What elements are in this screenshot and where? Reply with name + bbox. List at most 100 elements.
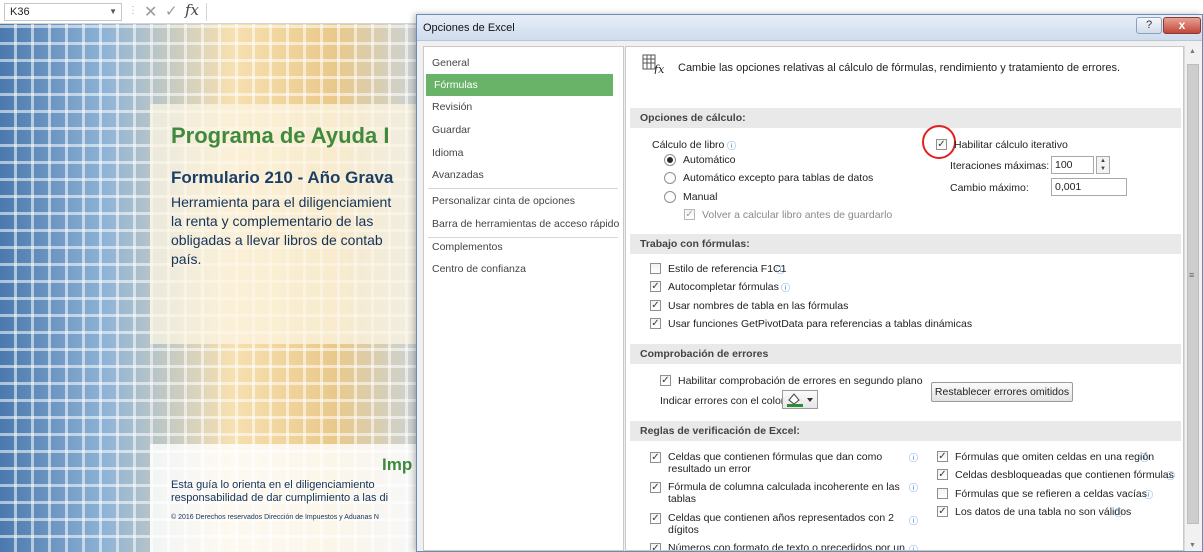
worksheet-title: Programa de Ayuda I — [171, 123, 390, 148]
getpivotdata-label[interactable]: Usar funciones GetPivotData para referen… — [668, 318, 972, 330]
rule-label-cont[interactable]: dígitos — [668, 524, 699, 536]
help-button[interactable]: ? — [1136, 17, 1162, 34]
checkbox-rule-column-formula[interactable]: ✓ — [650, 482, 661, 493]
enter-check-icon[interactable]: ✓ — [165, 2, 178, 20]
nav-item-avanzadas[interactable]: Avanzadas — [424, 164, 623, 186]
radio-automatico-excepto[interactable] — [664, 172, 676, 184]
worksheet-copyright: © 2016 Derechos reservados Dirección de … — [171, 514, 379, 521]
guide-line: responsabilidad de dar cumplimiento a la… — [171, 492, 389, 504]
separator-icon: ⋮ — [128, 5, 138, 16]
info-icon: ⓘ — [1144, 490, 1154, 500]
body-line: la renta y complementario de las — [171, 213, 374, 229]
content-header: Cambie las opciones relativas al cálculo… — [678, 62, 1121, 74]
info-icon: ⓘ — [1114, 508, 1124, 518]
nav-item-guardar[interactable]: Guardar — [424, 119, 623, 141]
radio-automatico-label[interactable]: Automático — [683, 154, 736, 166]
body-line: obligadas a llevar libros de contab — [171, 232, 383, 248]
nav-divider — [428, 188, 618, 189]
worksheet-subtitle: Formulario 210 - Año Grava — [171, 168, 394, 187]
nav-item-general[interactable]: General — [424, 52, 623, 74]
max-iterations-label: Iteraciones máximas: — [950, 160, 1050, 172]
nav-item-formulas[interactable]: Fórmulas — [426, 74, 613, 96]
guide-line: Esta guía lo orienta en el diligenciamie… — [171, 479, 375, 491]
rule-label[interactable]: Fórmulas que omiten celdas en una región — [955, 451, 1154, 463]
worksheet-area[interactable] — [0, 24, 420, 552]
scroll-grip-icon: ≡ — [1189, 270, 1195, 280]
name-box[interactable]: K36 ▼ — [4, 3, 122, 21]
rule-label[interactable]: Celdas que contienen años representados … — [668, 512, 894, 524]
excel-options-dialog: Opciones de Excel ? x General Fórmulas R… — [416, 14, 1203, 552]
checkbox-rule-numbers-as-text[interactable]: ✓ — [650, 543, 661, 550]
nav-item-revision[interactable]: Revisión — [424, 96, 623, 118]
checkbox-background-errors[interactable]: ✓ — [660, 375, 671, 386]
rule-label-cont[interactable]: tablas — [668, 493, 696, 505]
recalc-before-save-label: Volver a calcular libro antes de guardar… — [702, 209, 893, 221]
close-button[interactable]: x — [1163, 17, 1201, 34]
name-box-value: K36 — [10, 6, 30, 18]
rule-label[interactable]: Fórmula de columna calculada incoherente… — [668, 481, 900, 493]
insert-function-icon[interactable]: fx — [185, 1, 199, 19]
checkbox-getpivotdata[interactable]: ✓ — [650, 318, 661, 329]
rule-label[interactable]: Fórmulas que se refieren a celdas vacías — [955, 488, 1147, 500]
iterative-label[interactable]: Habilitar cálculo iterativo — [954, 139, 1068, 151]
checkbox-rule-omit-cells[interactable]: ✓ — [937, 451, 948, 462]
nav-item-centro-confianza[interactable]: Centro de confianza — [424, 258, 623, 280]
options-content: fx Cambie las opciones relativas al cálc… — [625, 46, 1184, 551]
rule-label[interactable]: Los datos de una tabla no son válidos — [955, 506, 1131, 518]
max-change-input[interactable]: 0,001 — [1051, 178, 1127, 196]
rule-label[interactable]: Números con formato de texto o precedido… — [668, 542, 905, 550]
radio-manual-label[interactable]: Manual — [683, 191, 717, 203]
scroll-thumb[interactable] — [1187, 64, 1199, 524]
radio-automatico-excepto-label[interactable]: Automático excepto para tablas de datos — [683, 172, 873, 184]
checkbox-rule-error-formulas[interactable]: ✓ — [650, 452, 661, 463]
content-scrollbar[interactable]: ▲ ≡ ▼ — [1184, 46, 1201, 551]
checkbox-rule-unlocked-cells[interactable]: ✓ — [937, 469, 948, 480]
checkbox-r1c1[interactable] — [650, 263, 661, 274]
reset-ignored-errors-button[interactable]: Restablecer errores omitidos — [931, 382, 1073, 402]
checkbox-table-names[interactable]: ✓ — [650, 300, 661, 311]
section-calculo: Opciones de cálculo: — [630, 108, 1181, 128]
max-iterations-spinner[interactable]: ▲ ▼ — [1096, 156, 1110, 174]
nav-item-personalizar-cinta[interactable]: Personalizar cinta de opciones — [424, 190, 623, 212]
radio-manual[interactable] — [664, 191, 676, 203]
checkbox-iterative[interactable]: ✓ — [936, 139, 947, 150]
dialog-titlebar[interactable]: Opciones de Excel ? x — [417, 15, 1202, 41]
checkbox-rule-invalid-table-data[interactable]: ✓ — [937, 506, 948, 517]
svg-text:fx: fx — [653, 63, 665, 74]
scroll-up-icon[interactable]: ▲ — [1189, 48, 1196, 55]
max-iterations-input[interactable]: 100 — [1051, 156, 1094, 174]
rule-label[interactable]: Celdas desbloqueadas que contienen fórmu… — [955, 469, 1174, 481]
fill-color-icon — [787, 393, 813, 407]
worksheet-section-heading: Imp — [382, 455, 413, 474]
cancel-icon[interactable]: ✕ — [144, 2, 157, 22]
nav-item-idioma[interactable]: Idioma — [424, 142, 623, 164]
nav-item-barra-acceso-rapido[interactable]: Barra de herramientas de acceso rápido — [424, 213, 623, 235]
table-names-label[interactable]: Usar nombres de tabla en las fórmulas — [668, 300, 848, 312]
chevron-down-icon[interactable]: ▼ — [109, 4, 117, 20]
info-icon: ⓘ — [1166, 471, 1176, 481]
checkbox-autocomplete[interactable]: ✓ — [650, 281, 661, 292]
options-nav: General Fórmulas Revisión Guardar Idioma… — [423, 46, 624, 551]
rule-label-cont[interactable]: resultado un error — [668, 463, 751, 475]
r1c1-label[interactable]: Estilo de referencia F1C1 — [668, 263, 786, 275]
section-reglas: Reglas de verificación de Excel: — [630, 421, 1181, 441]
rule-label[interactable]: Celdas que contienen fórmulas que dan co… — [668, 451, 882, 463]
background-errors-label[interactable]: Habilitar comprobación de errores en seg… — [678, 375, 923, 387]
formula-input[interactable] — [206, 3, 416, 21]
radio-automatico[interactable] — [664, 154, 676, 166]
autocomplete-label[interactable]: Autocompletar fórmulas — [668, 281, 779, 293]
checkbox-rule-two-digit-years[interactable]: ✓ — [650, 513, 661, 524]
info-icon: ⓘ — [909, 453, 919, 463]
info-icon: ⓘ — [776, 265, 786, 275]
nav-item-complementos[interactable]: Complementos — [424, 236, 623, 258]
calculo-libro-label: Cálculo de libro — [652, 139, 725, 151]
info-icon: ⓘ — [909, 545, 919, 551]
section-formulas: Trabajo con fórmulas: — [630, 234, 1181, 254]
info-icon: ⓘ — [781, 283, 791, 293]
worksheet-guide: Esta guía lo orienta en el diligenciamie… — [171, 479, 388, 505]
dialog-title: Opciones de Excel — [423, 22, 515, 34]
checkbox-rule-empty-cells[interactable] — [937, 488, 948, 499]
error-color-picker[interactable] — [782, 390, 818, 409]
scroll-down-icon[interactable]: ▼ — [1189, 542, 1196, 549]
info-icon: ⓘ — [909, 483, 919, 493]
